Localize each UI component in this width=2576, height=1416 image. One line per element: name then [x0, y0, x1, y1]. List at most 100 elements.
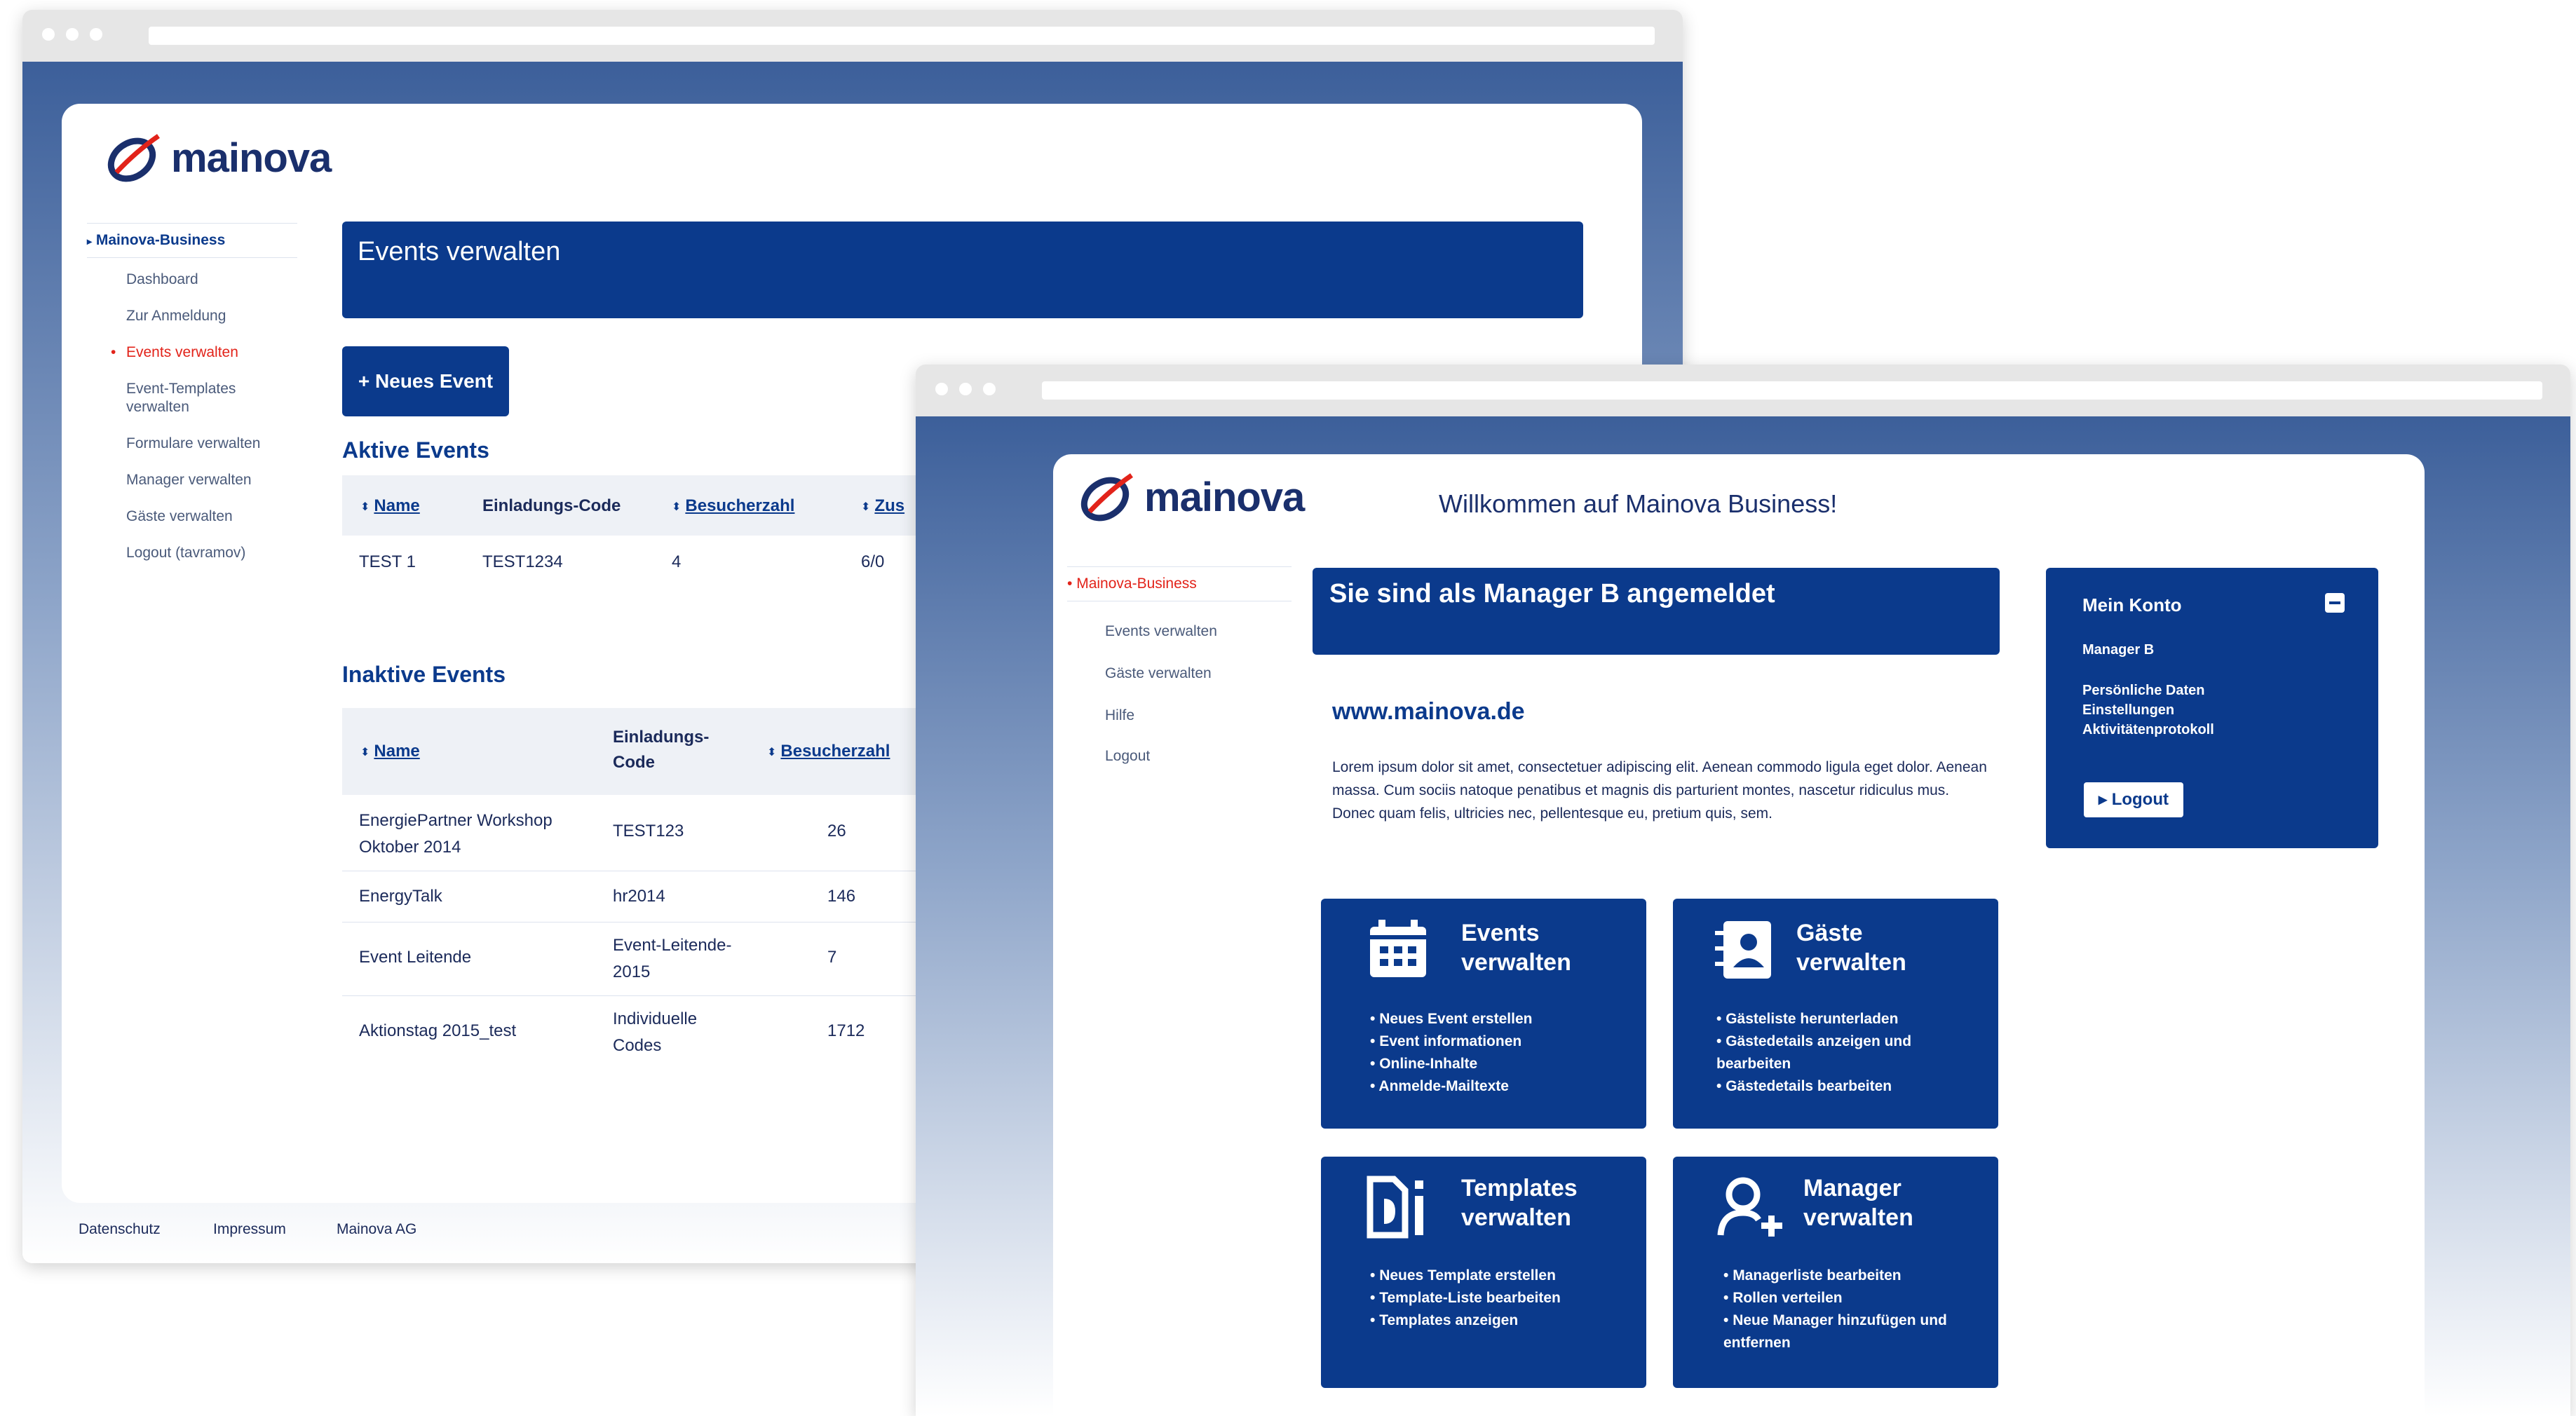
- table-row[interactable]: EnergyTalk hr2014 146: [342, 871, 973, 923]
- tile-list: Neues Event erstellen Event informatione…: [1370, 1008, 1532, 1098]
- table-row[interactable]: Event Leitende Event-Leitende-2015 7: [342, 923, 973, 996]
- column-header-label: Besucherzahl: [685, 496, 795, 515]
- list-item: Event informationen: [1370, 1030, 1532, 1053]
- intro-text: Lorem ipsum dolor sit amet, consectetuer…: [1332, 759, 1987, 822]
- table-header-row: ⬍ Name Einladungs-Code ⬍ Besucherzahl: [342, 708, 973, 795]
- sidebar-item-gaeste-verwalten[interactable]: Gäste verwalten: [1105, 665, 1299, 683]
- list-item: Templates anzeigen: [1370, 1309, 1561, 1332]
- cell-name: Event Leitende: [359, 948, 472, 967]
- mainova-logo[interactable]: mainova: [102, 130, 332, 185]
- mainova-logo-mark-icon: [1080, 473, 1133, 522]
- sidebar-divider: [1067, 566, 1292, 567]
- minus-icon: [2329, 601, 2340, 604]
- list-item: Managerliste bearbeiten: [1723, 1265, 1976, 1287]
- cell-name: TEST 1: [359, 552, 416, 571]
- sidebar-item-gaeste[interactable]: Gäste verwalten: [126, 508, 318, 526]
- cell-visitors: 4: [672, 552, 682, 571]
- sidebar-item-logout[interactable]: Logout: [1105, 747, 1299, 765]
- sidebar-item-zur-anmeldung[interactable]: Zur Anmeldung: [126, 307, 318, 325]
- sidebar-section-label: Mainova-Business: [95, 232, 226, 248]
- sidebar-item-dashboard[interactable]: Dashboard: [126, 271, 318, 289]
- column-header-visitors[interactable]: ⬍ Besucherzahl: [767, 742, 890, 761]
- column-header-name[interactable]: ⬍ Name: [360, 496, 420, 516]
- welcome-heading: Willkommen auf Mainova Business!: [1439, 489, 1838, 518]
- browser-chrome: [916, 365, 2570, 417]
- sidebar-item-label: Events verwalten: [126, 344, 238, 360]
- column-header-name[interactable]: ⬍ Name: [360, 742, 420, 761]
- minimize-dot[interactable]: [959, 383, 972, 395]
- sort-icon: ⬍: [672, 501, 682, 513]
- list-item: Neues Event erstellen: [1370, 1008, 1532, 1030]
- calendar-icon: [1370, 920, 1426, 977]
- cell-visitors: 146: [827, 887, 856, 906]
- right-sidebar: • Mainova-Business Events verwalten Gäst…: [1067, 566, 1299, 765]
- list-item: Gästedetails bearbeiten: [1716, 1075, 1983, 1098]
- new-event-button[interactable]: + Neues Event: [342, 346, 509, 416]
- list-item: Template-Liste bearbeiten: [1370, 1287, 1561, 1309]
- tile-gaeste-verwalten[interactable]: Gäste verwalten Gästeliste herunterladen…: [1673, 899, 1998, 1129]
- list-item: Neues Template erstellen: [1370, 1265, 1561, 1287]
- mainova-logo[interactable]: mainova: [1076, 470, 1305, 524]
- sidebar-section-mainova-business[interactable]: • Mainova-Business: [1067, 576, 1299, 592]
- close-dot[interactable]: [42, 28, 55, 41]
- maximize-dot[interactable]: [983, 383, 996, 395]
- cell-visitors: 7: [827, 948, 837, 967]
- list-item: Neue Manager hinzufügen und entfernen: [1723, 1309, 1976, 1354]
- table-row[interactable]: EnergiePartner Workshop Oktober 2014 TES…: [342, 795, 973, 871]
- list-item: Gästeliste herunterladen: [1716, 1008, 1983, 1030]
- close-dot[interactable]: [935, 383, 948, 395]
- tile-list: Neues Template erstellen Template-Liste …: [1370, 1265, 1561, 1332]
- column-header-code: Einladungs-Code: [613, 728, 710, 772]
- tile-manager-verwalten[interactable]: Manager verwalten Managerliste bearbeite…: [1673, 1157, 1998, 1388]
- sidebar-section-label: Mainova-Business: [1076, 576, 1197, 592]
- address-bar[interactable]: [1042, 381, 2542, 400]
- footer-link-datenschutz[interactable]: Datenschutz: [79, 1221, 161, 1238]
- sidebar-item-event-templates[interactable]: Event-Templates verwalten: [126, 380, 259, 416]
- website-link[interactable]: www.mainova.de: [1332, 698, 1525, 726]
- contact-card-icon: [1715, 921, 1771, 979]
- cell-name: EnergiePartner Workshop Oktober 2014: [359, 811, 553, 857]
- tile-title: Manager verwalten: [1803, 1175, 1913, 1231]
- document-icon: [1367, 1176, 1423, 1239]
- sort-icon: ⬍: [767, 746, 777, 758]
- column-header-visitors[interactable]: ⬍ Besucherzahl: [672, 496, 794, 516]
- footer-link-mainova-ag[interactable]: Mainova AG: [337, 1221, 416, 1238]
- maximize-dot[interactable]: [90, 28, 102, 41]
- tile-title: Templates verwalten: [1461, 1175, 1578, 1231]
- cell-visitors: 1712: [827, 1021, 865, 1040]
- minimize-dot[interactable]: [66, 28, 79, 41]
- sort-icon: ⬍: [861, 501, 871, 513]
- caret-right-icon: ▸: [87, 236, 93, 247]
- active-events-title: Aktive Events: [342, 437, 489, 463]
- address-bar[interactable]: [149, 27, 1655, 45]
- sidebar-item-formulare[interactable]: Formulare verwalten: [126, 435, 318, 453]
- sidebar-item-events-verwalten[interactable]: • Events verwalten: [111, 343, 318, 362]
- login-status-banner: Sie sind als Manager B angemeldet: [1313, 568, 2000, 655]
- logout-button[interactable]: ▸ Logout: [2084, 782, 2183, 817]
- inactive-events-title: Inaktive Events: [342, 662, 506, 687]
- tile-events-verwalten[interactable]: Events verwalten Neues Event erstellen E…: [1321, 899, 1646, 1129]
- sidebar-item-logout[interactable]: Logout (tavramov): [126, 544, 318, 562]
- sidebar-section-mainova-business[interactable]: ▸ Mainova-Business: [87, 232, 318, 249]
- column-header-label: Zus: [874, 496, 905, 515]
- account-link-personal-data[interactable]: Persönliche Daten: [2082, 683, 2205, 699]
- account-title: Mein Konto: [2082, 594, 2182, 615]
- list-item: Online-Inhalte: [1370, 1053, 1532, 1075]
- cell-code: TEST1234: [482, 552, 563, 571]
- tile-templates-verwalten[interactable]: Templates verwalten Neues Template erste…: [1321, 1157, 1646, 1388]
- sidebar-item-hilfe[interactable]: Hilfe: [1105, 707, 1299, 725]
- column-header-zus[interactable]: ⬍ Zus: [861, 496, 904, 516]
- sidebar-item-events-verwalten[interactable]: Events verwalten: [1105, 622, 1299, 641]
- cell-code: TEST123: [613, 822, 684, 840]
- table-row[interactable]: Aktionstag 2015_test Individuelle Codes …: [342, 996, 973, 1069]
- sidebar-divider: [87, 257, 297, 258]
- sort-icon: ⬍: [360, 746, 370, 758]
- sidebar-divider: [87, 223, 297, 224]
- account-user: Manager B: [2082, 642, 2155, 658]
- list-item: Gästedetails anzeigen und bearbeiten: [1716, 1030, 1983, 1075]
- account-link-activity-log[interactable]: Aktivitätenprotokoll: [2082, 722, 2214, 738]
- collapse-icon[interactable]: [2325, 593, 2345, 613]
- sidebar-item-manager[interactable]: Manager verwalten: [126, 471, 318, 489]
- footer-link-impressum[interactable]: Impressum: [213, 1221, 286, 1238]
- account-link-settings[interactable]: Einstellungen: [2082, 702, 2174, 719]
